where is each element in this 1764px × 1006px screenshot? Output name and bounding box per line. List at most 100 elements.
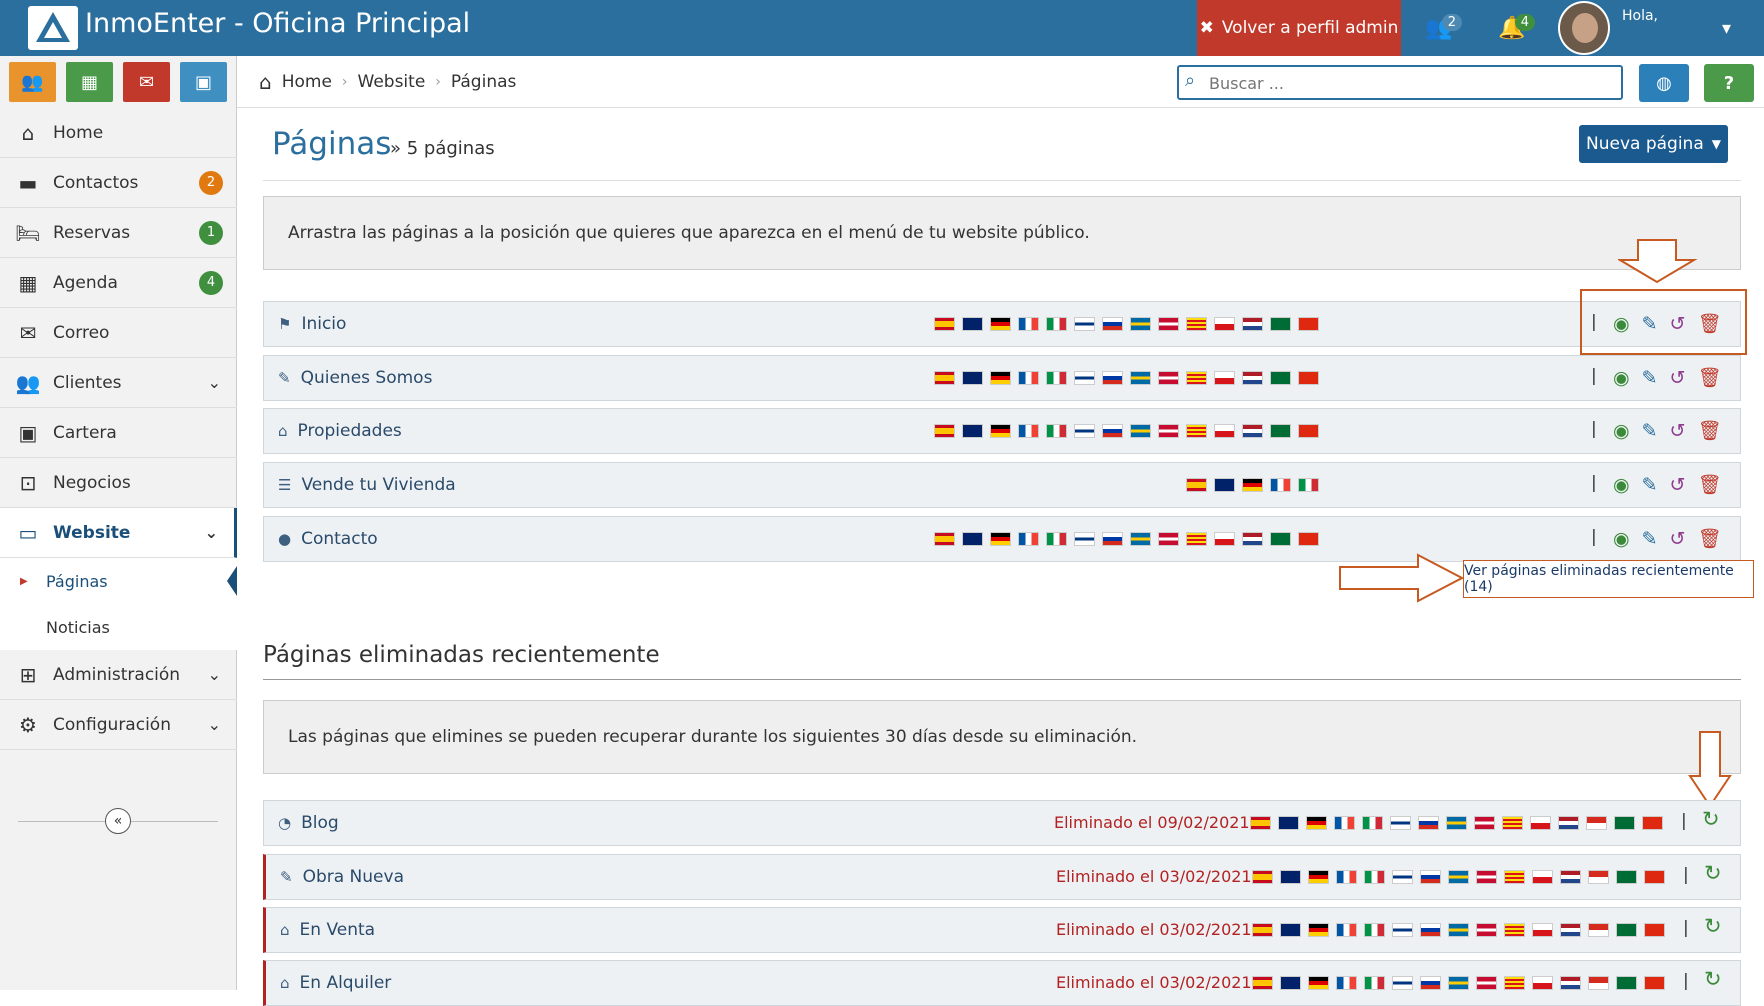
- flag-icon[interactable]: [934, 317, 955, 331]
- sidebar-item-clientes[interactable]: 👥 Clientes ⌄: [0, 358, 237, 408]
- flag-icon[interactable]: [990, 317, 1011, 331]
- flag-icon[interactable]: [990, 532, 1011, 546]
- flag-icon[interactable]: [1158, 532, 1179, 546]
- flag-icon[interactable]: [1242, 317, 1263, 331]
- sidebar-subitem-paginas[interactable]: ▶ Páginas: [0, 558, 237, 604]
- flag-icon[interactable]: [1074, 317, 1095, 331]
- flag-icon[interactable]: [1308, 870, 1329, 884]
- flag-icon[interactable]: [1644, 870, 1665, 884]
- flag-icon[interactable]: [1642, 816, 1663, 830]
- flag-icon[interactable]: [1306, 816, 1327, 830]
- flag-icon[interactable]: [962, 424, 983, 438]
- flag-icon[interactable]: [1280, 923, 1301, 937]
- flag-icon[interactable]: [990, 371, 1011, 385]
- flag-icon[interactable]: [1214, 478, 1235, 492]
- history-icon[interactable]: ↺: [1670, 528, 1686, 550]
- flag-icon[interactable]: [1018, 532, 1039, 546]
- pencil-icon[interactable]: ✎: [1642, 367, 1658, 389]
- flag-icon[interactable]: [1392, 976, 1413, 990]
- page-row-title[interactable]: ☰ Vende tu Vivienda: [278, 475, 456, 495]
- eye-icon[interactable]: ◉: [1613, 528, 1630, 550]
- flag-icon[interactable]: [1242, 371, 1263, 385]
- flag-icon[interactable]: [1588, 870, 1609, 884]
- flag-icon[interactable]: [1270, 317, 1291, 331]
- flag-icon[interactable]: [962, 532, 983, 546]
- flag-icon[interactable]: [1214, 424, 1235, 438]
- sidebar-item-website[interactable]: ▭ Website ⌄: [0, 508, 237, 558]
- sidebar-item-administracion[interactable]: ⊞ Administración ⌄: [0, 650, 237, 700]
- users-notifications-button[interactable]: 👥 2: [1404, 0, 1474, 56]
- quick-portfolio-button[interactable]: ▣: [180, 62, 227, 102]
- flag-icon[interactable]: [1250, 816, 1271, 830]
- collapse-sidebar-button[interactable]: «: [105, 808, 131, 834]
- flag-icon[interactable]: [1616, 976, 1637, 990]
- flag-icon[interactable]: [1298, 532, 1319, 546]
- page-row[interactable]: ✎ Quienes Somos | ◉ ✎ ↺ 🗑: [263, 355, 1741, 401]
- breadcrumb-home[interactable]: Home: [282, 72, 332, 92]
- page-row[interactable]: ● Contacto | ◉ ✎ ↺ 🗑: [263, 516, 1741, 562]
- flag-icon[interactable]: [1616, 870, 1637, 884]
- flag-icon[interactable]: [1560, 870, 1581, 884]
- pencil-icon[interactable]: ✎: [1642, 420, 1658, 442]
- flag-icon[interactable]: [1392, 923, 1413, 937]
- flag-icon[interactable]: [934, 424, 955, 438]
- flag-icon[interactable]: [1252, 923, 1273, 937]
- eye-icon[interactable]: ◉: [1613, 367, 1630, 389]
- flag-icon[interactable]: [1336, 870, 1357, 884]
- flag-icon[interactable]: [1074, 532, 1095, 546]
- flag-icon[interactable]: [1158, 424, 1179, 438]
- flag-icon[interactable]: [1504, 923, 1525, 937]
- history-icon[interactable]: ↺: [1670, 420, 1686, 442]
- flag-icon[interactable]: [1158, 371, 1179, 385]
- flag-icon[interactable]: [962, 371, 983, 385]
- flag-icon[interactable]: [1448, 923, 1469, 937]
- deleted-page-row[interactable]: ⌂ En Venta Eliminado el 03/02/2021 | ↻: [263, 907, 1741, 953]
- eye-icon[interactable]: ◉: [1613, 420, 1630, 442]
- sidebar-item-correo[interactable]: ✉ Correo: [0, 308, 237, 358]
- flag-icon[interactable]: [1130, 424, 1151, 438]
- sidebar-item-contactos[interactable]: ▬ Contactos 2: [0, 158, 237, 208]
- restore-icon[interactable]: ↻: [1704, 861, 1722, 885]
- flag-icon[interactable]: [934, 371, 955, 385]
- flag-icon[interactable]: [1186, 424, 1207, 438]
- sidebar-item-agenda[interactable]: ▦ Agenda 4: [0, 258, 237, 308]
- flag-icon[interactable]: [1616, 923, 1637, 937]
- flag-icon[interactable]: [1046, 317, 1067, 331]
- deleted-page-row[interactable]: ⌂ En Alquiler Eliminado el 03/02/2021 | ↻: [263, 960, 1741, 1006]
- flag-icon[interactable]: [1046, 532, 1067, 546]
- flag-icon[interactable]: [1418, 816, 1439, 830]
- bell-notifications-button[interactable]: 🔔 4: [1477, 0, 1547, 56]
- flag-icon[interactable]: [1074, 371, 1095, 385]
- flag-icon[interactable]: [1018, 424, 1039, 438]
- flag-icon[interactable]: [1270, 371, 1291, 385]
- flag-icon[interactable]: [962, 317, 983, 331]
- flag-icon[interactable]: [1336, 976, 1357, 990]
- flag-icon[interactable]: [1560, 976, 1581, 990]
- page-row[interactable]: ⚑ Inicio | ◉ ✎ ↺ 🗑: [263, 301, 1741, 347]
- deleted-pages-tooltip[interactable]: Ver páginas eliminadas recientemente (14…: [1463, 560, 1754, 598]
- avatar[interactable]: [1558, 1, 1610, 55]
- flag-icon[interactable]: [1336, 923, 1357, 937]
- flag-icon[interactable]: [1102, 532, 1123, 546]
- flag-icon[interactable]: [1448, 976, 1469, 990]
- flag-icon[interactable]: [1298, 371, 1319, 385]
- flag-icon[interactable]: [1614, 816, 1635, 830]
- flag-icon[interactable]: [1532, 923, 1553, 937]
- flag-icon[interactable]: [1362, 816, 1383, 830]
- flag-icon[interactable]: [1242, 478, 1263, 492]
- sidebar-item-cartera[interactable]: ▣ Cartera: [0, 408, 237, 458]
- restore-icon[interactable]: ↻: [1704, 967, 1722, 991]
- flag-icon[interactable]: [1644, 923, 1665, 937]
- flag-icon[interactable]: [1242, 532, 1263, 546]
- flag-icon[interactable]: [1420, 923, 1441, 937]
- flag-icon[interactable]: [1644, 976, 1665, 990]
- pencil-icon[interactable]: ✎: [1642, 528, 1658, 550]
- flag-icon[interactable]: [1252, 976, 1273, 990]
- flag-icon[interactable]: [1242, 424, 1263, 438]
- flag-icon[interactable]: [1476, 976, 1497, 990]
- flag-icon[interactable]: [1476, 870, 1497, 884]
- flag-icon[interactable]: [1364, 976, 1385, 990]
- new-page-button[interactable]: Nueva página ▼: [1579, 125, 1728, 163]
- trash-icon[interactable]: 🗑: [1697, 419, 1721, 442]
- sidebar-item-reservas[interactable]: 🛏 Reservas 1: [0, 208, 237, 258]
